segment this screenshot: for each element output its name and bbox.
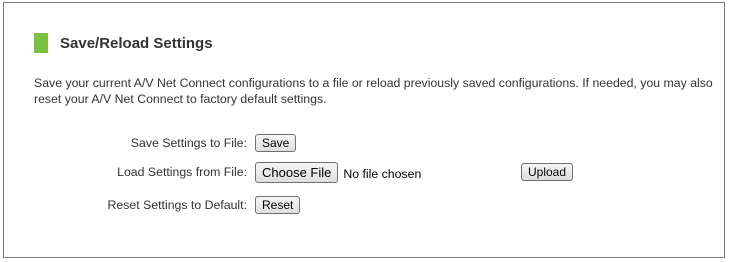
reset-button[interactable]: Reset (255, 196, 301, 214)
choose-file-button[interactable]: Choose File (255, 161, 339, 183)
section-header: Save/Reload Settings (34, 33, 213, 53)
reset-settings-label: Reset Settings to Default: (107, 198, 247, 212)
save-settings-label: Save Settings to File: (130, 136, 247, 150)
save-button[interactable]: Save (255, 134, 297, 152)
load-settings-label: Load Settings from File: (117, 165, 247, 179)
reset-settings-row: Reset Settings to Default: Reset (34, 195, 301, 215)
upload-button-wrap: Upload (521, 163, 574, 181)
save-settings-row: Save Settings to File: Save (34, 133, 297, 153)
file-status-text: No file chosen (343, 166, 422, 181)
page-title: Save/Reload Settings (60, 34, 213, 52)
section-accent-bar (34, 33, 48, 53)
page-description: Save your current A/V Net Connect config… (34, 76, 713, 106)
load-settings-row: Load Settings from File: Choose File No … (34, 161, 714, 183)
settings-panel: Save/Reload Settings Save your current A… (3, 2, 725, 258)
upload-button[interactable]: Upload (521, 163, 574, 181)
